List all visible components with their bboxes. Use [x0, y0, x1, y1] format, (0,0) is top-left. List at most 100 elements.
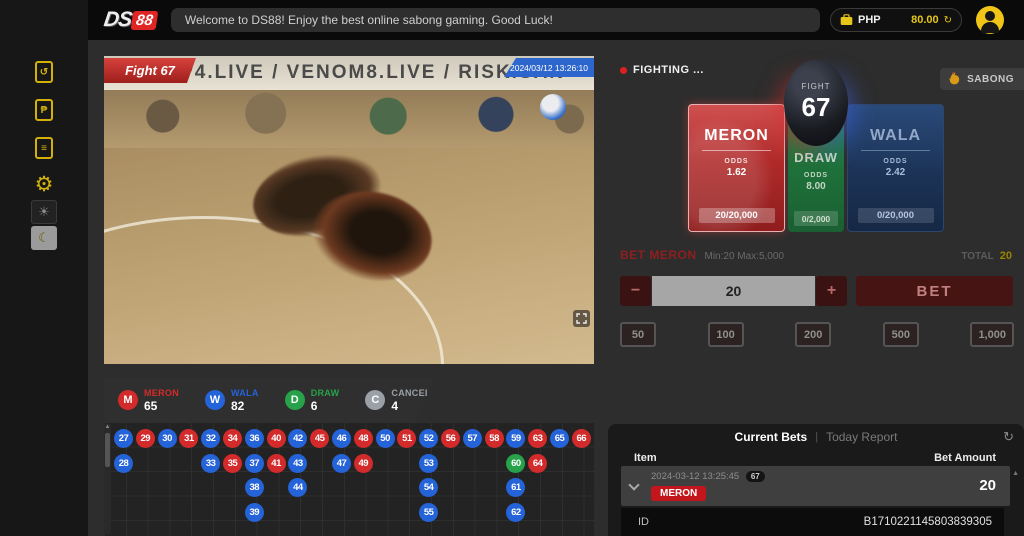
chip-50[interactable]: 50: [620, 322, 656, 347]
chip-200[interactable]: 200: [795, 322, 831, 347]
result-dot-56: 56: [441, 429, 460, 448]
fight-panel: FIGHTING ... SABONG MERON ODDS 1.62 20/2…: [608, 56, 1024, 424]
ds88-logo: DS 88: [102, 8, 158, 32]
result-dot-50: 50: [376, 429, 395, 448]
settings-icon[interactable]: ⚙: [30, 170, 58, 198]
list-doc-icon: ≡: [35, 137, 53, 159]
gear-icon: ⚙: [35, 174, 54, 195]
draw-odds-value: 8.00: [788, 181, 844, 192]
col-amount-header: Bet Amount: [934, 452, 996, 464]
result-dot-43: 43: [288, 454, 307, 473]
result-dot-42: 42: [288, 429, 307, 448]
tab-today-report[interactable]: Today Report: [826, 430, 897, 444]
result-summary-draw: DDRAW6: [285, 388, 340, 413]
bet-amount-value: 20: [979, 477, 996, 494]
bet-time-text: 2024-03-12 13:25:45: [651, 471, 739, 482]
bet-row[interactable]: 2024-03-12 13:25:45 67 MERON 20: [621, 466, 1010, 506]
summary-count: 65: [144, 399, 179, 413]
summary-label: DRAW: [311, 388, 340, 398]
amount-stepper: − +: [620, 276, 847, 306]
bet-side-badge: MERON: [651, 486, 706, 501]
result-dot-35: 35: [223, 454, 242, 473]
bet-info-row: BET MERON Min:20 Max:5,000 TOTAL 20: [620, 248, 1012, 262]
result-dot-58: 58: [485, 429, 504, 448]
meron-pool: 20/20,000: [699, 208, 775, 223]
video-frame: UCUP4.LIVE / VENOM8.LIVE / RISKISAN: [104, 56, 594, 364]
scroll-up-icon[interactable]: ▲: [104, 423, 111, 431]
increase-button[interactable]: +: [816, 276, 847, 306]
live-video[interactable]: UCUP4.LIVE / VENOM8.LIVE / RISKISAN Figh…: [104, 56, 594, 364]
tab-divider: |: [815, 431, 818, 443]
draw-name: DRAW: [788, 150, 844, 165]
cancel-circle-icon: C: [365, 390, 385, 410]
wala-card[interactable]: WALA ODDS 2.42 0/20,000: [847, 104, 944, 232]
result-dot-36: 36: [245, 429, 264, 448]
bet-limits: Min:20 Max:5,000: [705, 251, 785, 262]
bet-side-label: BET MERON: [620, 248, 697, 262]
fight-number-circle: FIGHT 67: [784, 60, 848, 146]
amount-input[interactable]: [652, 276, 815, 306]
welcome-banner: Welcome to DS88! Enjoy the best online s…: [171, 8, 820, 32]
balance-refresh-icon[interactable]: ↻: [944, 15, 952, 26]
meron-name: MERON: [689, 127, 784, 145]
bet-total-value: 20: [1000, 250, 1012, 262]
summary-text: DRAW6: [311, 388, 340, 413]
decrease-button[interactable]: −: [620, 276, 651, 306]
result-dot-32: 32: [201, 429, 220, 448]
bet-id-label: ID: [638, 516, 649, 528]
wallet-pill[interactable]: PHP 80.00 ↻: [830, 8, 962, 32]
moon-icon: ☾: [31, 226, 57, 250]
transactions-icon[interactable]: ₱: [30, 96, 58, 124]
records-icon[interactable]: ≡: [30, 134, 58, 162]
result-dot-38: 38: [245, 478, 264, 497]
bet-total-label: TOTAL: [961, 251, 993, 262]
meron-circle-icon: M: [118, 390, 138, 410]
dark-mode-toggle[interactable]: ☾: [30, 224, 58, 252]
result-dot-63: 63: [528, 429, 547, 448]
result-dot-65: 65: [550, 429, 569, 448]
bets-scroll-up-icon[interactable]: ▲: [1012, 470, 1019, 477]
scrollbar-thumb[interactable]: [105, 433, 110, 467]
bets-refresh-icon[interactable]: ↻: [1003, 429, 1014, 445]
chip-100[interactable]: 100: [708, 322, 744, 347]
fight-number: 67: [784, 92, 848, 123]
arena-banner-text: UCUP4.LIVE / VENOM8.LIVE / RISKISAN: [133, 62, 565, 84]
meron-card[interactable]: MERON ODDS 1.62 20/20,000: [688, 104, 785, 232]
results-grid-scrollbar[interactable]: ▲: [104, 424, 111, 534]
sun-icon: ☀: [31, 200, 57, 224]
result-dot-62: 62: [506, 503, 525, 522]
summary-count: 82: [231, 399, 259, 413]
results-grid: 2728293031323334353637383940414243444546…: [104, 422, 594, 536]
game-badge-sabong[interactable]: SABONG: [940, 68, 1024, 90]
user-avatar[interactable]: [976, 6, 1004, 34]
result-dot-59: 59: [506, 429, 525, 448]
chip-500[interactable]: 500: [883, 322, 919, 347]
wallet-icon: [840, 14, 853, 26]
result-dot-28: 28: [114, 454, 133, 473]
logo-88-text: 88: [131, 11, 158, 30]
summary-count: 4: [391, 399, 430, 413]
balance-value: 80.00: [911, 14, 939, 26]
col-item-header: Item: [634, 452, 657, 464]
bet-button[interactable]: BET: [856, 276, 1013, 306]
result-dot-64: 64: [528, 454, 547, 473]
result-summary-wala: WWALA82: [205, 388, 259, 413]
result-dot-57: 57: [463, 429, 482, 448]
result-dot-44: 44: [288, 478, 307, 497]
wala-odds-label: ODDS: [848, 158, 943, 165]
result-dot-41: 41: [267, 454, 286, 473]
game-badge-label: SABONG: [967, 74, 1014, 85]
bet-history-icon[interactable]: ↺: [30, 58, 58, 86]
result-dot-31: 31: [179, 429, 198, 448]
app: ↺ ₱ ≡ ⚙ ☀ ☾ DS 88 Welcome to DS88! Enjoy…: [0, 0, 1024, 536]
tab-current-bets[interactable]: Current Bets: [735, 430, 808, 444]
currency-label: PHP: [858, 14, 881, 26]
result-dot-53: 53: [419, 454, 438, 473]
light-mode-toggle[interactable]: ☀: [30, 198, 58, 226]
meron-divider: [702, 150, 770, 151]
fight-number-ribbon: Fight 67: [104, 58, 196, 83]
result-dot-40: 40: [267, 429, 286, 448]
fullscreen-button[interactable]: [573, 310, 590, 327]
chip-1000[interactable]: 1,000: [970, 322, 1014, 347]
result-dot-45: 45: [310, 429, 329, 448]
